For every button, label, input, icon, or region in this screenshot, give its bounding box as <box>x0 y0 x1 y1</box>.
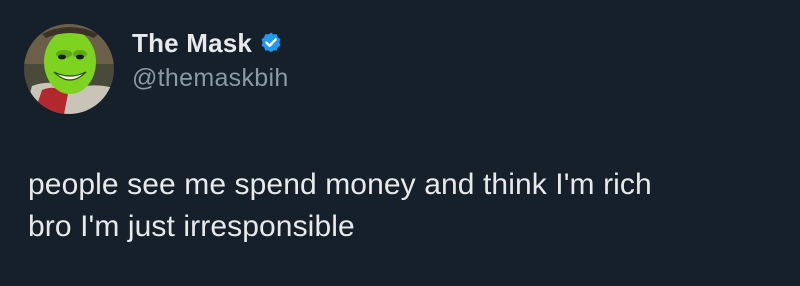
user-handle[interactable]: @themaskbih <box>132 64 289 93</box>
tweet-text-line: people see me spend money and think I'm … <box>28 168 652 201</box>
name-row: The Mask <box>132 26 289 60</box>
tweet-text-line: bro I'm just irresponsible <box>28 210 355 243</box>
verified-badge-icon <box>259 31 283 55</box>
avatar[interactable] <box>24 24 114 114</box>
mask-character-avatar-icon <box>24 24 114 114</box>
tweet-header: The Mask @themaskbih <box>132 26 289 93</box>
display-name[interactable]: The Mask <box>132 28 252 59</box>
tweet-card[interactable]: The Mask @themaskbih people see me spend… <box>0 0 800 286</box>
tweet-text: people see me spend money and think I'm … <box>28 164 778 248</box>
